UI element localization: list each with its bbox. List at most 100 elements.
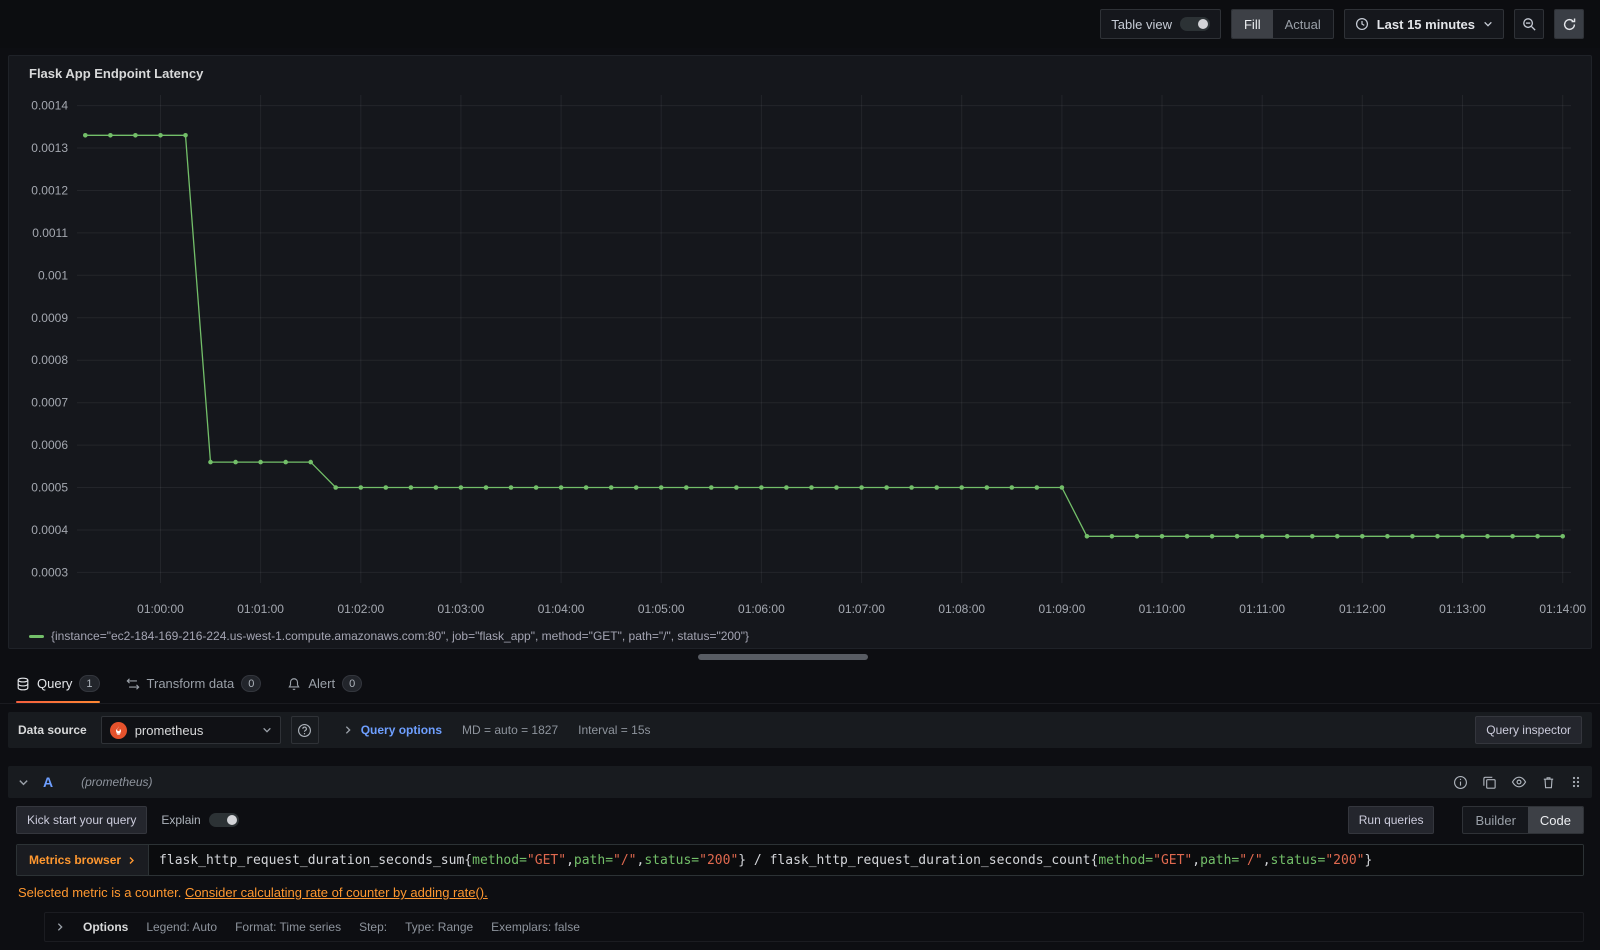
toggle-visibility-icon[interactable] [1511,774,1527,790]
datasource-label: Data source [18,723,87,737]
query-editor-row: A (prometheus) Kick start your query Exp… [8,766,1592,942]
refresh-icon [1563,18,1575,30]
zoom-out-icon [1522,17,1536,31]
query-options-expander[interactable]: Query options [343,723,442,737]
fill-actual-segmented: Fill Actual [1230,9,1334,39]
bell-icon [288,677,300,690]
chevron-right-icon [345,726,351,734]
svg-text:01:09:00: 01:09:00 [1039,602,1086,616]
query-row-header[interactable]: A (prometheus) [8,766,1592,798]
max-data-points-text: MD = auto = 1827 [462,723,559,737]
interval-text: Interval = 15s [578,723,651,737]
metrics-browser-button[interactable]: Metrics browser [17,845,150,875]
svg-text:01:03:00: 01:03:00 [438,602,485,616]
svg-text:0.0013: 0.0013 [31,141,68,155]
svg-text:0.0009: 0.0009 [31,311,68,325]
query-actions-row: Kick start your query Explain Run querie… [16,806,1584,834]
horizontal-scrollbar[interactable] [698,654,868,660]
svg-text:01:06:00: 01:06:00 [738,602,785,616]
question-circle-icon [298,723,312,737]
datasource-help-button[interactable] [290,716,319,744]
svg-text:01:01:00: 01:01:00 [237,602,284,616]
options-step-summary: Step: [359,920,388,934]
builder-button[interactable]: Builder [1463,807,1527,833]
options-exemplars-summary: Exemplars: false [491,920,580,934]
clock-icon [1355,17,1368,31]
collapse-chevron-icon[interactable] [18,777,29,788]
table-view-group: Table view [1100,9,1221,39]
svg-text:0.0006: 0.0006 [31,438,68,452]
tab-transform-data[interactable]: Transform data 0 [126,664,262,703]
panel-title: Flask App Endpoint Latency [29,66,204,81]
options-legend-summary: Legend: Auto [146,920,218,934]
drag-handle-icon[interactable] [1570,775,1582,789]
datasource-select[interactable]: prometheus [100,716,281,744]
options-type-summary: Type: Range [405,920,474,934]
query-expression-row: Metrics browser flask_http_request_durat… [16,844,1584,876]
svg-text:01:13:00: 01:13:00 [1439,602,1486,616]
tab-transform-badge: 0 [241,675,262,692]
options-format-summary: Format: Time series [235,920,342,934]
actual-button[interactable]: Actual [1273,10,1333,38]
table-view-label: Table view [1111,16,1172,32]
svg-text:01:12:00: 01:12:00 [1339,602,1386,616]
svg-text:01:07:00: 01:07:00 [838,602,885,616]
refresh-button[interactable] [1554,9,1584,39]
query-inspector-button[interactable]: Query inspector [1475,716,1582,744]
query-options-collapsed[interactable]: Options Legend: Auto Format: Time series… [44,912,1584,942]
explain-group: Explain [161,813,239,827]
panel-editor-pane: Query 1 Transform data 0 Alert 0 Data so… [0,664,1600,950]
code-button[interactable]: Code [1527,807,1583,833]
run-queries-button[interactable]: Run queries [1347,806,1435,834]
query-row-actions [1453,774,1582,790]
counter-warning-text: Selected metric is a counter. [18,885,182,900]
panel-edit-toolbar: Table view Fill Actual Last 15 minutes [0,0,1600,48]
info-circle-icon[interactable] [1453,775,1468,790]
time-range-picker[interactable]: Last 15 minutes [1343,9,1504,39]
svg-text:01:04:00: 01:04:00 [538,602,585,616]
counter-warning: Selected metric is a counter. Consider c… [16,885,1584,900]
svg-text:0.0003: 0.0003 [31,565,68,579]
svg-text:0.0005: 0.0005 [31,481,68,495]
query-expression[interactable]: flask_http_request_duration_seconds_sum{… [149,845,1583,875]
kick-start-query-button[interactable]: Kick start your query [16,806,148,834]
svg-text:01:08:00: 01:08:00 [938,602,985,616]
legend-series-swatch [29,634,44,638]
query-datasource-hint: (prometheus) [81,775,153,789]
explain-label: Explain [161,813,201,827]
prometheus-icon [109,721,127,739]
chevron-down-icon [1484,21,1492,27]
table-view-toggle[interactable] [1179,17,1210,31]
tab-query-label: Query [37,676,73,691]
svg-text:0.0008: 0.0008 [31,353,68,367]
delete-query-icon[interactable] [1541,775,1556,790]
editor-tabs: Query 1 Transform data 0 Alert 0 [0,664,1600,704]
explain-toggle[interactable] [208,813,239,827]
latency-chart[interactable]: 0.0003 0.0004 0.0005 0.0006 0.0007 0.0008 0.00… [21,87,1586,627]
svg-text:0.0014: 0.0014 [31,99,68,113]
add-rate-link[interactable]: Consider calculating rate of counter by … [185,885,488,900]
builder-code-segmented: Builder Code [1462,806,1584,834]
svg-text:01:00:00: 01:00:00 [137,602,184,616]
tab-query[interactable]: Query 1 [16,664,100,703]
query-row-body: Kick start your query Explain Run querie… [8,798,1592,942]
svg-text:0.0011: 0.0011 [32,226,68,240]
svg-text:0.001: 0.001 [38,268,68,282]
tab-alert-label: Alert [308,676,336,691]
fill-button[interactable]: Fill [1231,10,1273,38]
chevron-right-icon [129,856,135,864]
query-ref-id: A [43,774,54,790]
transform-icon [126,677,140,690]
options-label: Options [83,920,129,934]
query-options-label: Query options [360,723,443,737]
duplicate-query-icon[interactable] [1482,775,1497,790]
svg-text:01:10:00: 01:10:00 [1139,602,1186,616]
active-tab-underline [16,701,100,703]
chart-legend[interactable]: {instance="ec2-184-169-216-224.us-west-1… [21,627,1579,645]
svg-text:0.0004: 0.0004 [31,523,68,537]
tab-alert[interactable]: Alert 0 [287,664,363,703]
zoom-out-button[interactable] [1514,9,1544,39]
datasource-bar: Data source prometheus Query options MD … [8,712,1592,748]
svg-text:01:14:00: 01:14:00 [1539,602,1586,616]
chevron-down-icon [262,727,271,733]
